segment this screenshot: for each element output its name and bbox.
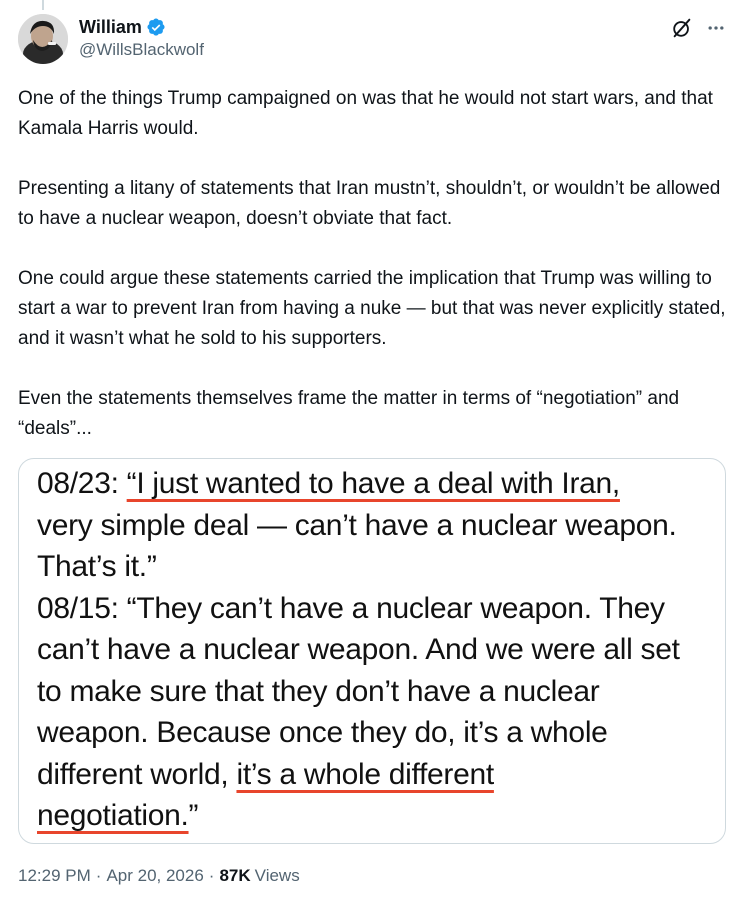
quote-line: to make sure that they don’t have a nucl… bbox=[37, 671, 717, 713]
tweet-paragraph: Presenting a litany of statements that I… bbox=[18, 178, 721, 229]
quote-segment: to make sure that they don’t have a nucl… bbox=[37, 674, 600, 708]
tweet-header: William @WillsBlackwolf bbox=[18, 12, 728, 68]
quote-underlined-segment: it’s a whole different bbox=[236, 757, 494, 791]
quote-segment: 08/23: bbox=[37, 467, 127, 500]
views-label: Views bbox=[254, 866, 300, 885]
tweet-date[interactable]: Apr 20, 2026 bbox=[106, 866, 203, 886]
quote-segment: different world, bbox=[37, 757, 237, 791]
avatar-image bbox=[18, 14, 68, 64]
quote-segment: very simple deal — can’t have a nuclear … bbox=[37, 508, 677, 542]
quote-line: negotiation.” bbox=[37, 795, 717, 837]
avatar[interactable] bbox=[18, 14, 68, 64]
thread-connector-line bbox=[42, 0, 44, 10]
quote-segment: ” bbox=[188, 799, 199, 832]
quote-text-block: 08/23: “I just wanted to have a deal wit… bbox=[37, 463, 717, 837]
quote-segment: weapon. Because once they do, it’s a who… bbox=[37, 716, 608, 749]
quote-underlined-segment: negotiation. bbox=[37, 799, 189, 832]
tweet-paragraph: One of the things Trump campaigned on wa… bbox=[18, 88, 713, 139]
more-icon[interactable] bbox=[704, 16, 728, 40]
quote-segment: 08/15: “They can’t have a nuclear weapon… bbox=[37, 591, 665, 625]
tweet-paragraph: One could argue these statements carried… bbox=[18, 268, 726, 349]
tweet-time[interactable]: 12:29 PM bbox=[18, 866, 91, 886]
quote-line: different world, it’s a whole different bbox=[37, 754, 717, 796]
quote-line: can’t have a nuclear weapon. And we were… bbox=[37, 629, 717, 671]
quote-line: That’s it.” bbox=[37, 546, 717, 588]
quote-line: very simple deal — can’t have a nuclear … bbox=[37, 505, 717, 547]
author-handle[interactable]: @WillsBlackwolf bbox=[79, 40, 204, 60]
tweet-text: One of the things Trump campaigned on wa… bbox=[18, 84, 730, 444]
author-display-name[interactable]: William bbox=[79, 17, 142, 38]
quote-line: 08/15: “They can’t have a nuclear weapon… bbox=[37, 588, 717, 630]
tweet-media-image[interactable]: 08/23: “I just wanted to have a deal wit… bbox=[18, 458, 726, 844]
header-actions bbox=[670, 16, 728, 40]
views-count[interactable]: 87K bbox=[219, 866, 250, 886]
quote-segment: can’t have a nuclear weapon. And we were… bbox=[37, 633, 680, 666]
quote-line: weapon. Because once they do, it’s a who… bbox=[37, 712, 717, 754]
name-row: William bbox=[79, 15, 204, 39]
quote-underlined-segment: “I just wanted to have a deal with Iran, bbox=[126, 467, 621, 500]
quote-segment: That’s it.” bbox=[37, 550, 157, 583]
meta-separator: · bbox=[95, 866, 102, 885]
verified-badge-icon bbox=[146, 17, 166, 37]
tweet-paragraph: Even the statements themselves frame the… bbox=[18, 388, 680, 439]
quote-line: 08/23: “I just wanted to have a deal wit… bbox=[37, 463, 717, 505]
tweet-meta: 12:29 PM · Apr 20, 2026 · 87K Views bbox=[18, 866, 300, 886]
meta-separator: · bbox=[208, 866, 215, 885]
grok-icon[interactable] bbox=[670, 16, 694, 40]
author-names: William @WillsBlackwolf bbox=[79, 15, 204, 60]
